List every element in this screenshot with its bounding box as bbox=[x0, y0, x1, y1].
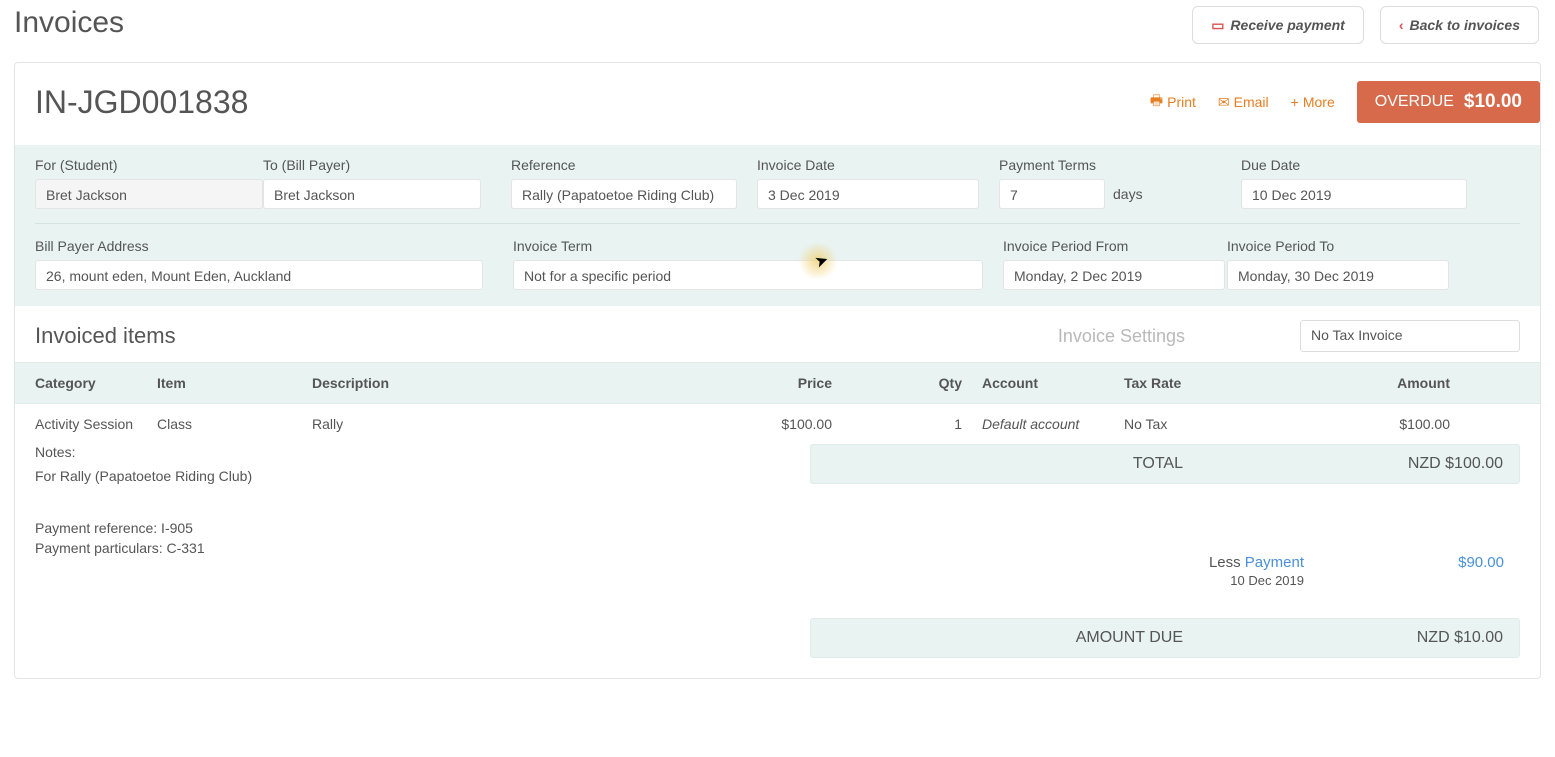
period-from-field[interactable]: Monday, 2 Dec 2019 bbox=[1003, 260, 1225, 290]
payment-amount[interactable]: $90.00 bbox=[1304, 554, 1504, 588]
page-title: Invoices bbox=[14, 6, 124, 40]
invoice-number: IN-JGD001838 bbox=[35, 84, 248, 121]
reference-label: Reference bbox=[511, 157, 737, 173]
payment-reference: Payment reference: I-905 bbox=[35, 520, 790, 536]
invoice-date-field[interactable]: 3 Dec 2019 bbox=[757, 179, 979, 209]
col-price: Price bbox=[722, 363, 842, 404]
receive-payment-label: Receive payment bbox=[1230, 17, 1344, 33]
total-bar: TOTAL NZD $100.00 bbox=[810, 444, 1520, 484]
due-label: AMOUNT DUE bbox=[827, 629, 1183, 647]
to-field[interactable]: Bret Jackson bbox=[263, 179, 481, 209]
days-label: days bbox=[1113, 186, 1143, 202]
cell-description: Rally bbox=[302, 404, 722, 445]
chevron-left-icon: ‹ bbox=[1399, 17, 1404, 33]
email-label: Email bbox=[1234, 94, 1269, 110]
print-icon: 🖶 bbox=[1150, 90, 1163, 114]
col-item: Item bbox=[147, 363, 302, 404]
status-badge: OVERDUE $10.00 bbox=[1357, 81, 1540, 123]
cell-price: $100.00 bbox=[722, 404, 842, 445]
payment-particulars: Payment particulars: C-331 bbox=[35, 540, 790, 556]
reference-field[interactable]: Rally (Papatoetoe Riding Club) bbox=[511, 179, 737, 209]
cell-account: Default account bbox=[972, 404, 1114, 445]
total-value: NZD $100.00 bbox=[1323, 455, 1503, 473]
payment-date: 10 Dec 2019 bbox=[1209, 573, 1304, 588]
more-label: More bbox=[1303, 94, 1335, 110]
print-button[interactable]: 🖶 Print bbox=[1150, 90, 1196, 114]
email-button[interactable]: ✉ Email bbox=[1218, 94, 1269, 111]
invoice-settings-label: Invoice Settings bbox=[1058, 326, 1185, 347]
period-to-field[interactable]: Monday, 30 Dec 2019 bbox=[1227, 260, 1449, 290]
status-amount: $10.00 bbox=[1464, 91, 1522, 113]
invoice-term-label: Invoice Term bbox=[513, 238, 983, 254]
due-date-label: Due Date bbox=[1241, 157, 1467, 173]
amount-due-bar: AMOUNT DUE NZD $10.00 bbox=[810, 618, 1520, 658]
col-tax-rate: Tax Rate bbox=[1114, 363, 1249, 404]
notes-body: For Rally (Papatoetoe Riding Club) bbox=[35, 468, 790, 484]
tax-select[interactable]: No Tax Invoice bbox=[1300, 320, 1520, 352]
period-to-label: Invoice Period To bbox=[1227, 238, 1449, 254]
cell-amount: $100.00 bbox=[1249, 404, 1540, 445]
for-field[interactable]: Bret Jackson bbox=[35, 179, 263, 209]
col-qty: Qty bbox=[842, 363, 972, 404]
for-label: For (Student) bbox=[35, 157, 263, 173]
due-date-field[interactable]: 10 Dec 2019 bbox=[1241, 179, 1467, 209]
payment-terms-field[interactable]: 7 bbox=[999, 179, 1105, 209]
cell-category: Activity Session bbox=[15, 404, 147, 445]
back-to-invoices-button[interactable]: ‹ Back to invoices bbox=[1380, 6, 1539, 44]
col-description: Description bbox=[302, 363, 722, 404]
cell-qty: 1 bbox=[842, 404, 972, 445]
back-label: Back to invoices bbox=[1410, 17, 1521, 33]
receive-payment-button[interactable]: ▭ Receive payment bbox=[1192, 6, 1364, 44]
notes-label: Notes: bbox=[35, 444, 790, 460]
bill-payer-address-field[interactable]: 26, mount eden, Mount Eden, Auckland bbox=[35, 260, 483, 290]
plus-icon: + bbox=[1291, 94, 1299, 110]
period-from-label: Invoice Period From bbox=[1003, 238, 1225, 254]
cell-item: Class bbox=[147, 404, 302, 445]
print-label: Print bbox=[1167, 94, 1196, 110]
due-value: NZD $10.00 bbox=[1323, 629, 1503, 647]
money-icon: ▭ bbox=[1211, 17, 1224, 34]
status-label: OVERDUE bbox=[1375, 93, 1454, 111]
invoiced-items-title: Invoiced items bbox=[35, 323, 176, 349]
envelope-icon: ✉ bbox=[1218, 94, 1230, 111]
payment-terms-label: Payment Terms bbox=[999, 157, 1221, 173]
cell-tax-rate: No Tax bbox=[1114, 404, 1249, 445]
invoice-term-field[interactable]: Not for a specific period bbox=[513, 260, 983, 290]
col-account: Account bbox=[972, 363, 1114, 404]
payment-link[interactable]: Payment bbox=[1245, 554, 1304, 571]
items-table: Category Item Description Price Qty Acco… bbox=[15, 362, 1540, 444]
table-row: Activity Session Class Rally $100.00 1 D… bbox=[15, 404, 1540, 445]
col-amount: Amount bbox=[1249, 363, 1540, 404]
more-button[interactable]: + More bbox=[1291, 94, 1335, 110]
less-label: Less bbox=[1209, 554, 1245, 571]
to-label: To (Bill Payer) bbox=[263, 157, 481, 173]
col-category: Category bbox=[15, 363, 147, 404]
invoice-date-label: Invoice Date bbox=[757, 157, 979, 173]
total-label: TOTAL bbox=[827, 455, 1183, 473]
bill-payer-address-label: Bill Payer Address bbox=[35, 238, 483, 254]
